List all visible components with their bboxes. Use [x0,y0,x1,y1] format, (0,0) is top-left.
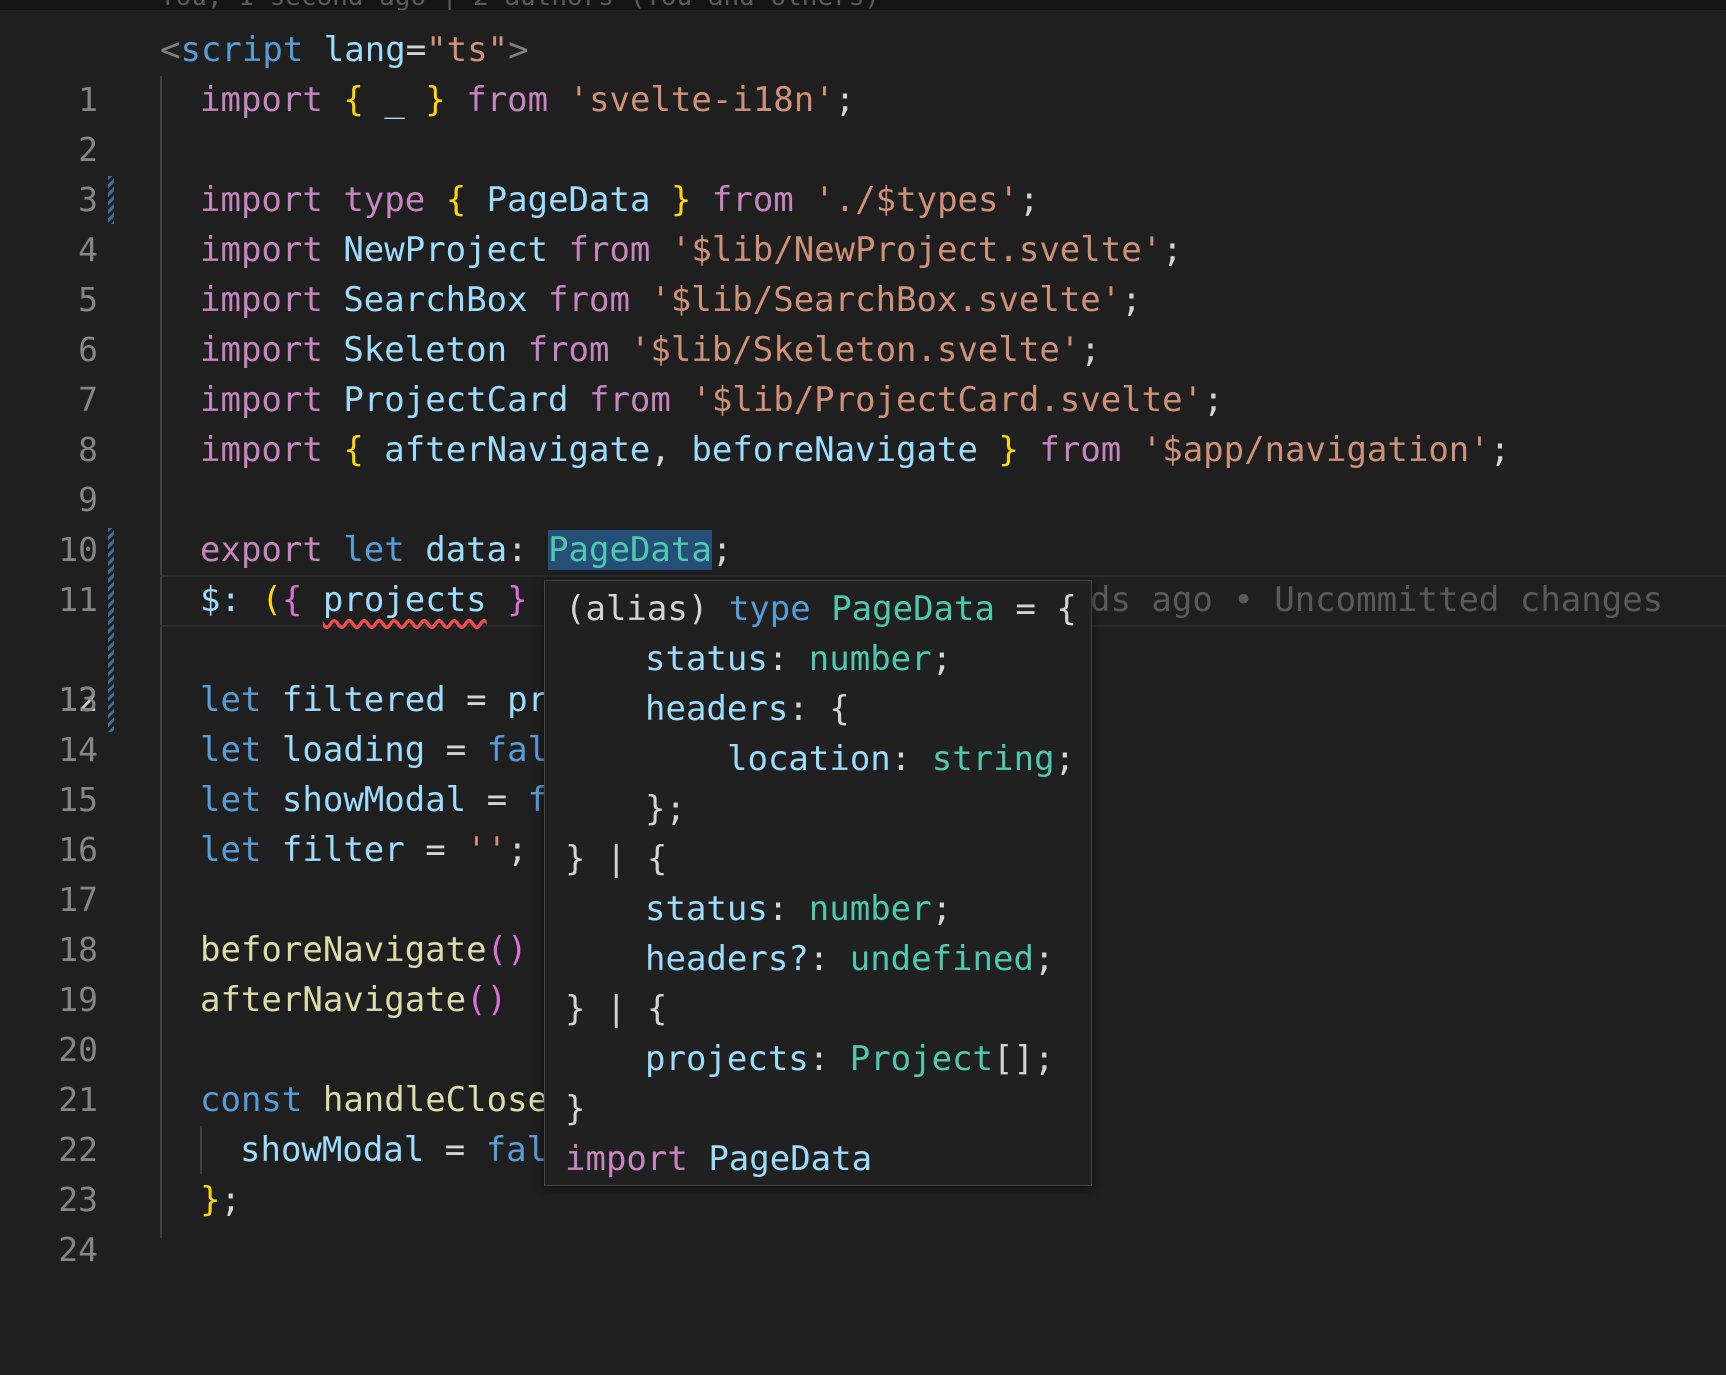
hover-line: } | { [565,839,668,879]
hover-line: headers: { [645,689,850,729]
code-line[interactable]: 8 import ProjectCard from '$lib/ProjectC… [0,375,1726,469]
hover-line: status: number; [645,889,953,929]
type-hover-tooltip[interactable]: (alias) type PageData = { status: number… [544,580,1092,1186]
code-line[interactable]: 4 import type { PageData } from './$type… [0,175,1726,269]
code-line[interactable]: 10 [0,475,1726,569]
code-line[interactable]: 9 import { afterNavigate, beforeNavigate… [0,425,1726,519]
hover-line: (alias) type PageData = { [565,589,1077,629]
error-squiggle[interactable]: projects [323,580,487,620]
code-line[interactable]: 1 <script lang="ts"> [0,25,1726,119]
code-line[interactable]: 6 import SearchBox from '$lib/SearchBox.… [0,275,1726,369]
hover-line: } [565,1089,586,1129]
hover-line: status: number; [645,639,953,679]
hover-line: }; [645,789,686,829]
hover-line: location: string; [727,739,1076,779]
hover-line: projects: Project[]; [645,1039,1055,1079]
hover-line: headers?: undefined; [645,939,1055,979]
hover-line: } | { [565,989,668,1029]
code-line[interactable]: 7 import Skeleton from '$lib/Skeleton.sv… [0,325,1726,419]
code-line[interactable]: 2 import { _ } from 'svelte-i18n'; [0,75,1726,169]
hover-line: import PageData [565,1139,873,1179]
code-line[interactable]: 3 [0,125,1726,219]
line-number: 24 [58,1230,98,1269]
hovered-symbol[interactable]: PageData [548,530,712,570]
code-line[interactable]: 11 export let data: PageData; [0,525,1726,619]
inline-blame[interactable]: ds ago • Uncommitted changes [1090,575,1663,625]
code-line[interactable]: 5 import NewProject from '$lib/NewProjec… [0,225,1726,319]
